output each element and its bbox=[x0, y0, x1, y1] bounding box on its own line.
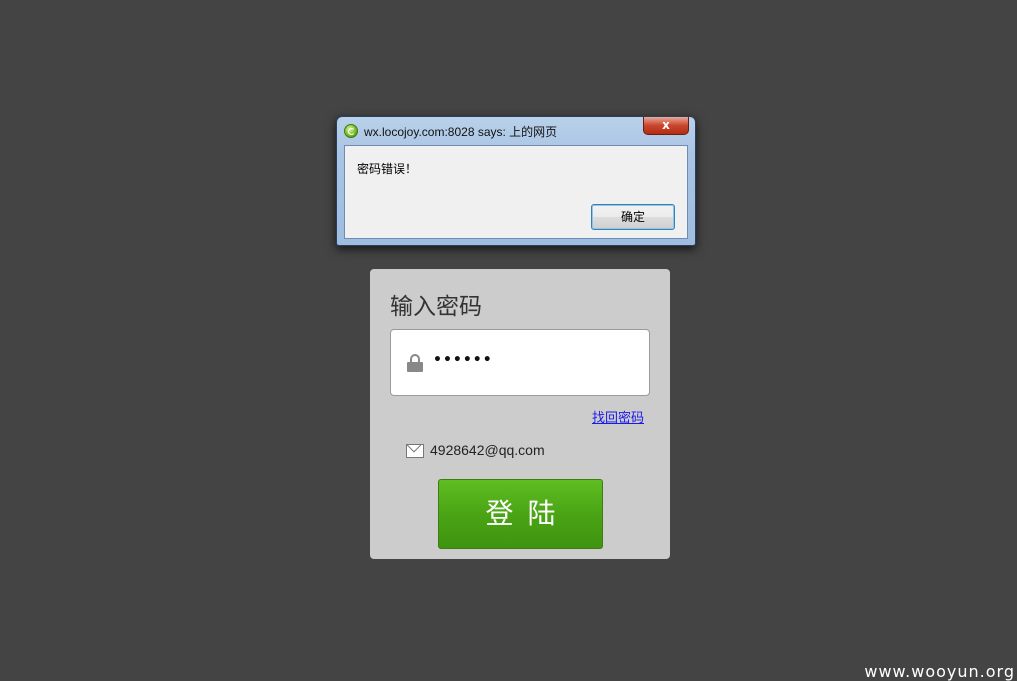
login-button[interactable]: 登陆 bbox=[438, 479, 603, 549]
dialog-body: 密码错误！ 确定 bbox=[344, 145, 688, 239]
alert-dialog: wx.locojoy.com:8028 says: 上的网页 x 密码错误！ 确… bbox=[336, 116, 696, 246]
password-field[interactable]: •••••• bbox=[390, 329, 650, 396]
login-panel: 输入密码 •••••• 找回密码 4928642@qq.com 登陆 bbox=[370, 269, 670, 559]
alert-message: 密码错误！ bbox=[357, 162, 418, 176]
lock-icon bbox=[407, 354, 423, 372]
watermark: www.wooyun.org bbox=[864, 662, 1015, 681]
page-title: 输入密码 bbox=[390, 294, 482, 320]
email-text: 4928642@qq.com bbox=[430, 442, 545, 458]
ok-button[interactable]: 确定 bbox=[591, 204, 675, 230]
dialog-titlebar[interactable]: wx.locojoy.com:8028 says: 上的网页 x bbox=[337, 117, 695, 145]
password-value: •••••• bbox=[433, 352, 493, 368]
dialog-title: wx.locojoy.com:8028 says: 上的网页 bbox=[364, 125, 558, 139]
close-button[interactable]: x bbox=[643, 117, 689, 135]
close-icon: x bbox=[662, 118, 670, 132]
forgot-password-link[interactable]: 找回密码 bbox=[592, 407, 644, 426]
ie-icon bbox=[344, 124, 358, 138]
mail-icon bbox=[406, 444, 424, 458]
